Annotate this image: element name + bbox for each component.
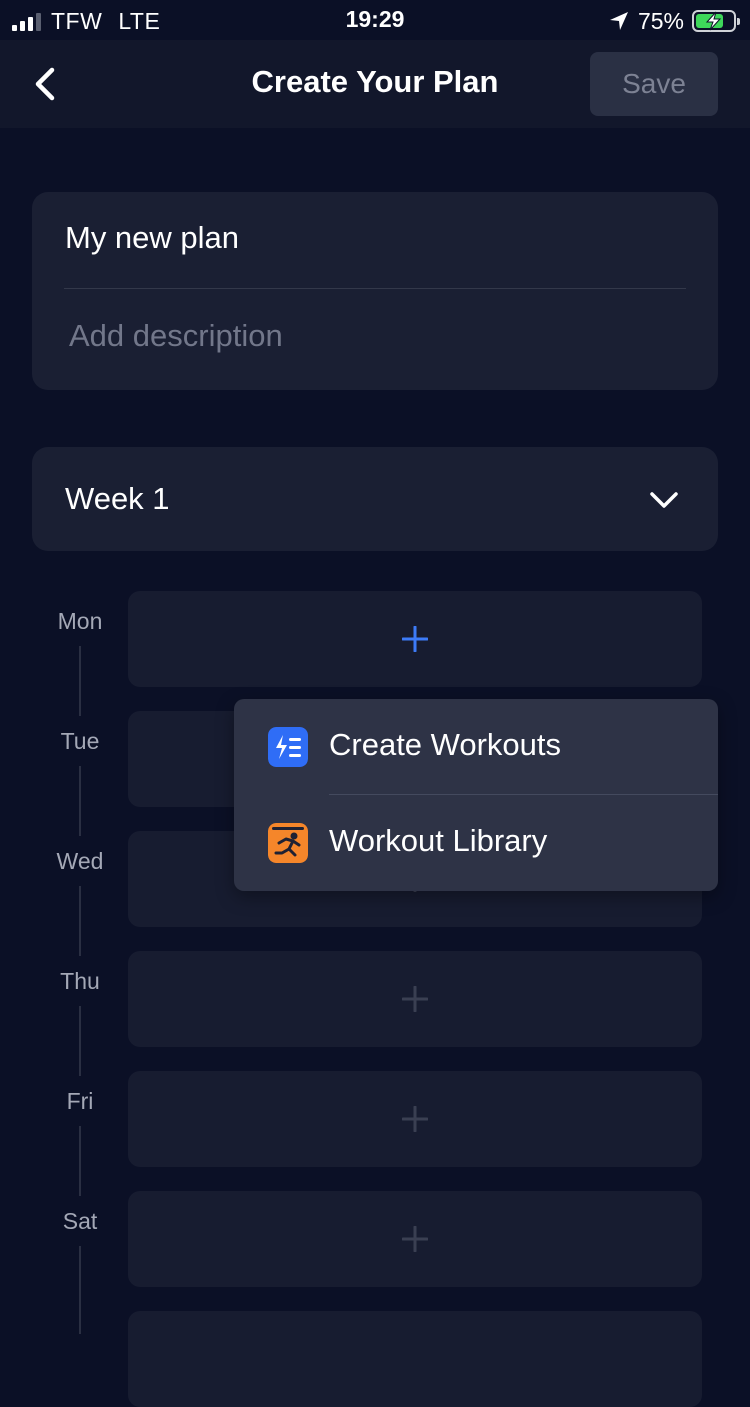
day-slot-fri[interactable] bbox=[128, 1071, 702, 1167]
timeline-line bbox=[79, 886, 81, 956]
menu-item-label: Workout Library bbox=[329, 823, 548, 858]
timeline-line bbox=[79, 646, 81, 716]
week-label: Week 1 bbox=[65, 481, 170, 516]
plan-info-card: My new plan Add description bbox=[32, 192, 718, 390]
charging-bolt-icon bbox=[705, 11, 722, 31]
plan-description-field[interactable]: Add description bbox=[69, 318, 283, 354]
day-label-sat: Sat bbox=[62, 1208, 98, 1234]
navigation-bar: Create Your Plan Save bbox=[0, 40, 750, 128]
day-label-wed: Wed bbox=[56, 848, 104, 874]
add-plus-icon bbox=[402, 986, 428, 1012]
timeline-line bbox=[79, 1246, 81, 1334]
add-workout-popup-menu: Create Workouts Workout Library bbox=[234, 699, 718, 891]
day-slot-sun-partial[interactable] bbox=[128, 1311, 702, 1407]
add-plus-icon bbox=[402, 1106, 428, 1132]
status-bar: TFW LTE 19:29 75% bbox=[0, 0, 750, 40]
battery-icon bbox=[692, 10, 740, 32]
week-selector[interactable]: Week 1 bbox=[32, 447, 718, 551]
menu-item-workout-library[interactable]: Workout Library bbox=[234, 795, 718, 891]
create-workouts-icon bbox=[268, 727, 308, 767]
day-label-mon: Mon bbox=[57, 608, 103, 634]
timeline-line bbox=[79, 766, 81, 836]
workout-library-icon bbox=[268, 823, 308, 863]
save-button[interactable]: Save bbox=[590, 52, 718, 116]
day-label-thu: Thu bbox=[60, 968, 100, 994]
menu-item-create-workouts[interactable]: Create Workouts bbox=[234, 699, 718, 795]
menu-item-label: Create Workouts bbox=[329, 727, 562, 762]
add-plus-icon bbox=[402, 626, 428, 652]
day-slot-thu[interactable] bbox=[128, 951, 702, 1047]
day-label-tue: Tue bbox=[60, 728, 100, 754]
timeline-line bbox=[79, 1126, 81, 1196]
day-slot-mon[interactable] bbox=[128, 591, 702, 687]
plan-name-field[interactable]: My new plan bbox=[65, 220, 239, 256]
timeline-line bbox=[79, 1006, 81, 1076]
divider bbox=[64, 288, 686, 289]
status-right: 75% bbox=[608, 6, 740, 36]
location-arrow-icon bbox=[609, 12, 628, 30]
day-label-fri: Fri bbox=[66, 1088, 94, 1114]
day-slot-sat[interactable] bbox=[128, 1191, 702, 1287]
battery-percent: 75% bbox=[637, 7, 684, 34]
add-plus-icon bbox=[402, 1226, 428, 1252]
chevron-down-icon bbox=[650, 492, 678, 508]
